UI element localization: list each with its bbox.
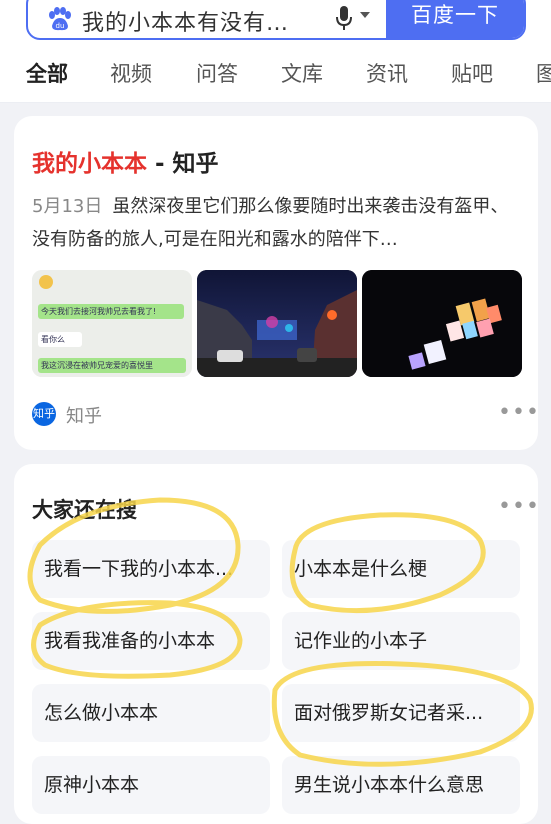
svg-text:du: du [56,22,65,30]
tab-images[interactable]: 图 [536,58,551,88]
chat-line-2: 看你么 [41,335,65,344]
baidu-paw-icon: du [49,7,71,31]
chat-line-1: 今天我们去接河我帅兄去看我了! [41,307,157,316]
candle-lights-thumbnail[interactable] [362,270,522,377]
more-options-icon[interactable]: ••• [498,400,540,425]
related-search-item[interactable]: 小本本是什么梗 [282,540,520,598]
related-search-item[interactable]: 男生说小本本什么意思 [282,756,520,814]
chevron-down-icon[interactable] [360,12,370,18]
tab-bar: 全部 视频 问答 文库 资讯 贴吧 图 [0,44,551,103]
related-search-item[interactable]: 面对俄罗斯女记者采... [282,684,520,742]
result-images: 今天我们去接河我帅兄去看我了! 看你么 我这沉浸在被帅兄宠爱的喜悦里 [32,270,522,377]
search-result-card[interactable]: 我的小本本 - 知乎 5月13日 虽然深夜里它们那么像要随时出来袭击没有盔甲、没有… [14,116,540,450]
result-title-source[interactable]: - 知乎 [147,151,219,177]
night-street-thumbnail[interactable] [197,270,357,377]
related-searches-title: 大家还在搜 [32,498,137,522]
search-input[interactable]: 我的小本本有没有… [82,5,289,37]
related-search-item[interactable]: 怎么做小本本 [32,684,270,742]
source-name[interactable]: 知乎 [66,402,102,428]
chat-line-3: 我这沉浸在被帅兄宠爱的喜悦里 [41,361,153,370]
tab-video[interactable]: 视频 [110,58,152,88]
tab-news[interactable]: 资讯 [366,58,408,88]
tab-qa[interactable]: 问答 [196,58,238,88]
result-title-highlight[interactable]: 我的小本本 [32,151,147,177]
chat-screenshot-thumbnail[interactable]: 今天我们去接河我帅兄去看我了! 看你么 我这沉浸在被帅兄宠爱的喜悦里 [32,270,192,377]
related-search-item[interactable]: 记作业的小本子 [282,612,520,670]
zhihu-logo-icon: 知乎 [32,402,56,426]
tab-tieba[interactable]: 贴吧 [451,58,493,88]
related-search-item[interactable]: 原神小本本 [32,756,270,814]
result-snippet-text: 虽然深夜里它们那么像要随时出来袭击没有盔甲、没有防备的旅人,可是在阳光和露水的陪… [32,196,509,250]
result-snippet: 5月13日 虽然深夜里它们那么像要随时出来袭击没有盔甲、没有防备的旅人,可是在阳光… [32,190,524,256]
tab-library[interactable]: 文库 [281,58,323,88]
top-search-bar: du 我的小本本有没有… 百度一下 [0,0,551,44]
tab-all[interactable]: 全部 [26,58,68,88]
search-box[interactable]: du 我的小本本有没有… 百度一下 [26,0,526,40]
related-search-item[interactable]: 我看我准备的小本本 [32,612,270,670]
result-title[interactable]: 我的小本本 - 知乎 [32,144,219,178]
related-searches-card: 大家还在搜 ••• 我看一下我的小本本... 小本本是什么梗 我看我准备的小本本… [14,464,540,824]
result-date: 5月13日 [32,196,103,217]
microphone-icon[interactable] [334,4,354,32]
related-search-item[interactable]: 我看一下我的小本本... [32,540,270,598]
related-more-icon[interactable]: ••• [498,494,540,519]
search-button[interactable]: 百度一下 [386,0,524,38]
